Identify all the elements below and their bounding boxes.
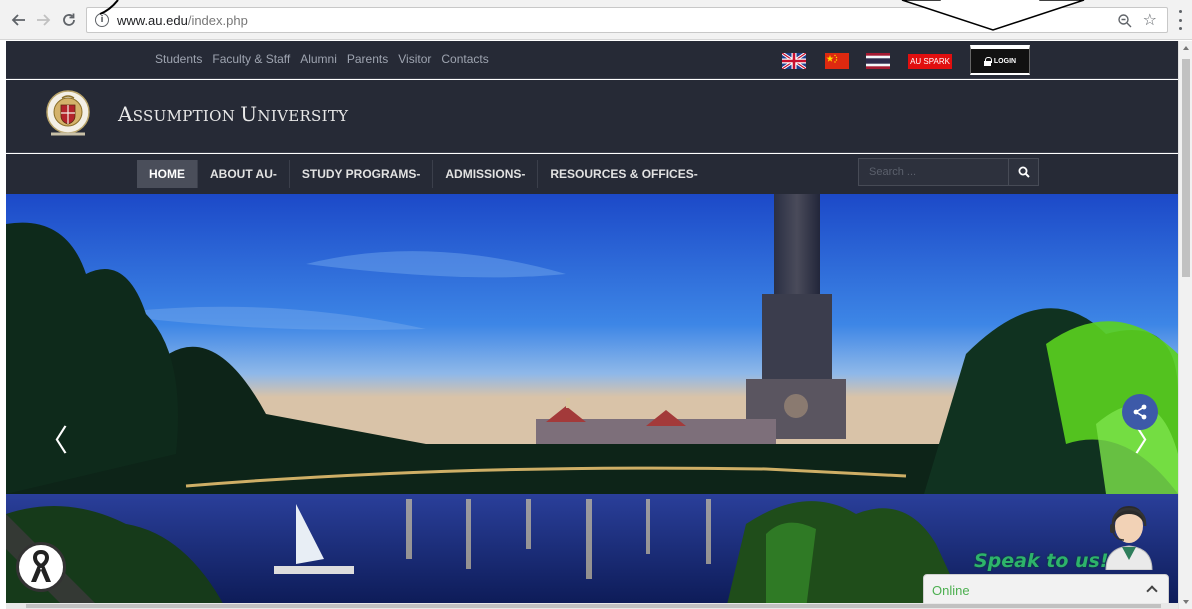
campus-night-photo	[6, 194, 1178, 609]
main-navigation: HOME ABOUT AU- STUDY PROGRAMS- ADMISSION…	[6, 154, 1178, 194]
main-menu: HOME ABOUT AU- STUDY PROGRAMS- ADMISSION…	[137, 160, 710, 188]
share-button[interactable]	[1122, 394, 1158, 430]
slider-prev-button[interactable]: 〈	[38, 416, 68, 460]
brand-initial-u: U	[240, 102, 258, 126]
reload-icon[interactable]	[58, 9, 80, 31]
hero-slider[interactable]: 〈 〉 Speak to us! Online	[6, 194, 1178, 609]
chat-status: Online	[932, 583, 970, 598]
scroll-up-icon[interactable]	[1183, 46, 1189, 50]
support-agent-icon[interactable]	[1098, 500, 1160, 570]
nav-resources-label: RESOURCES & OFFICES	[550, 167, 694, 181]
link-students[interactable]: Students	[155, 52, 202, 66]
utility-links: Students Faculty & Staff Alumni Parents …	[155, 52, 499, 66]
share-icon	[1133, 404, 1147, 420]
horizontal-scrollbar[interactable]	[6, 603, 1178, 609]
hscrollbar-thumb[interactable]	[26, 604, 1161, 608]
nav-admissions[interactable]: ADMISSIONS-	[433, 160, 539, 188]
nav-about-label: ABOUT AU	[210, 167, 273, 181]
search-button[interactable]	[1009, 158, 1039, 186]
university-seal-logo[interactable]	[45, 86, 91, 144]
link-parents[interactable]: Parents	[347, 52, 388, 66]
utility-bar: Students Faculty & Staff Alumni Parents …	[6, 41, 1178, 79]
uk-flag-icon[interactable]	[782, 53, 806, 69]
browser-toolbar: i www.au.edu/index.php ☆	[0, 0, 1192, 40]
brand-word-2: NIVERSITY	[257, 107, 349, 125]
menu-dots-icon[interactable]	[1178, 10, 1182, 30]
scrollbar-thumb[interactable]	[1182, 59, 1190, 277]
nav-about-au[interactable]: ABOUT AU-	[198, 160, 290, 188]
website-viewport: Students Faculty & Staff Alumni Parents …	[6, 41, 1178, 609]
search-input[interactable]	[858, 158, 1009, 186]
brand-word-1: SSUMPTION	[132, 107, 241, 125]
address-bar[interactable]: i www.au.edu/index.php ☆	[86, 7, 1168, 33]
nav-home[interactable]: HOME	[137, 160, 198, 188]
nav-resources-offices[interactable]: RESOURCES & OFFICES-	[538, 160, 709, 188]
forward-arrow-icon[interactable]	[32, 9, 54, 31]
mourning-ribbon-icon[interactable]	[16, 542, 66, 592]
au-spark-button[interactable]: AU SPARK	[908, 54, 952, 69]
vertical-scrollbar[interactable]	[1178, 41, 1192, 609]
zoom-out-icon[interactable]	[1117, 13, 1133, 29]
thailand-flag-icon[interactable]	[866, 53, 890, 69]
nav-study-programs[interactable]: STUDY PROGRAMS-	[290, 160, 434, 188]
scroll-down-icon[interactable]	[1183, 600, 1189, 604]
link-faculty-staff[interactable]: Faculty & Staff	[212, 52, 290, 66]
dropdown-marker: -	[272, 167, 277, 181]
star-icon[interactable]: ☆	[1143, 10, 1157, 30]
nav-admissions-label: ADMISSIONS	[445, 167, 522, 181]
dropdown-marker: -	[693, 167, 698, 181]
lock-icon	[983, 57, 992, 66]
dropdown-marker: -	[416, 167, 421, 181]
speak-to-us-label[interactable]: Speak to us!	[974, 550, 1109, 572]
back-arrow-icon[interactable]	[8, 9, 30, 31]
url-text[interactable]: www.au.edu/index.php	[117, 13, 248, 28]
brand-bar: ASSUMPTION UNIVERSITY	[6, 80, 1178, 153]
brand-initial-a: A	[118, 102, 133, 126]
chevron-up-icon[interactable]	[1146, 585, 1158, 597]
search-icon	[1018, 166, 1030, 178]
url-domain: www.au.edu	[117, 13, 188, 28]
link-visitor[interactable]: Visitor	[398, 52, 431, 66]
nav-programs-label: STUDY PROGRAMS	[301, 167, 417, 181]
china-flag-icon[interactable]	[825, 53, 849, 69]
login-button[interactable]: LOGIN	[970, 45, 1030, 75]
url-path: /index.php	[187, 13, 248, 28]
link-contacts[interactable]: Contacts	[441, 52, 488, 66]
university-name[interactable]: ASSUMPTION UNIVERSITY	[118, 102, 348, 126]
dropdown-marker: -	[521, 167, 526, 181]
login-label: LOGIN	[993, 57, 1017, 65]
info-icon[interactable]: i	[95, 13, 109, 27]
link-alumni[interactable]: Alumni	[300, 52, 337, 66]
